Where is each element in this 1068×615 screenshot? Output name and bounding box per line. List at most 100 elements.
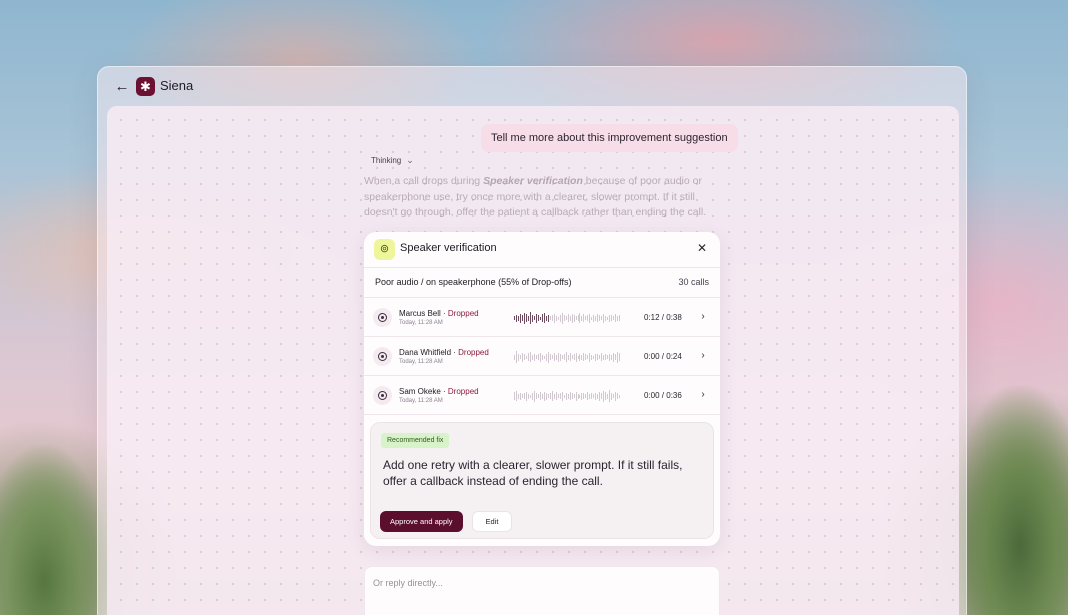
segment-label: Poor audio / on speakerphone (55% of Dro… — [375, 277, 572, 287]
waveform-bar — [529, 312, 531, 324]
waveform-bar — [563, 315, 565, 321]
waveform-bar — [549, 393, 551, 399]
waveform-bar — [521, 394, 523, 398]
waveform-bar — [559, 353, 561, 361]
waveform-bar — [561, 312, 563, 324]
waveform-bar — [543, 355, 545, 359]
waveform-bar — [547, 394, 549, 398]
call-row[interactable]: Marcus Bell · Dropped Today, 11:28 AM 0:… — [364, 298, 720, 337]
waveform-bar — [517, 393, 519, 399]
siena-logo-icon: ✱ — [136, 77, 155, 96]
close-icon[interactable]: ✕ — [695, 241, 709, 255]
play-icon[interactable] — [373, 347, 392, 366]
waveform-bar — [595, 315, 597, 321]
waveform-bar — [571, 393, 573, 399]
waveform-bar — [567, 354, 569, 360]
waveform-bar — [539, 352, 541, 362]
recommended-fix-badge: Recommended fix — [381, 433, 450, 448]
call-status: Dropped — [447, 387, 479, 396]
chevron-right-icon[interactable]: › — [698, 350, 708, 362]
waveform-bar — [565, 352, 567, 362]
waveform-bar — [543, 391, 545, 401]
waveform-bar — [581, 392, 583, 400]
waveform-bar — [517, 353, 519, 361]
app-window: ← ✱ Siena Tell me more about this improv… — [97, 66, 967, 615]
waveform-bar — [613, 316, 615, 320]
edit-button[interactable]: Edit — [472, 511, 512, 532]
call-duration: 0:12 / 0:38 — [644, 313, 682, 322]
waveform-bar — [593, 314, 595, 322]
waveform-bar — [589, 352, 591, 362]
waveform-bar — [617, 351, 619, 363]
waveform-bar — [541, 314, 543, 322]
reply-input[interactable] — [373, 575, 703, 591]
chat-canvas: Tell me more about this improvement sugg… — [107, 106, 959, 615]
waveform-bar — [571, 313, 573, 323]
approve-and-apply-button[interactable]: Approve and apply — [380, 511, 463, 532]
waveform-bar — [575, 352, 577, 362]
caller-name: Sam Okeke · Dropped — [399, 387, 479, 396]
waveform-bar — [611, 392, 613, 400]
waveform-bar — [525, 314, 527, 322]
waveform-bar — [523, 312, 525, 324]
thinking-toggle[interactable]: Thinking ⌄ — [371, 155, 414, 166]
waveform-bar — [615, 314, 617, 322]
waveform-bar — [514, 392, 515, 400]
waveform-bar — [527, 393, 529, 399]
waveform-bar — [533, 390, 535, 402]
call-duration: 0:00 / 0:36 — [644, 391, 682, 400]
waveform-bar — [549, 354, 551, 360]
waveform-bar — [601, 316, 603, 320]
waveform-bar — [514, 316, 515, 320]
waveform-bar — [605, 354, 607, 360]
audio-waveform[interactable] — [514, 388, 621, 404]
waveform-bar — [577, 355, 579, 359]
waveform-bar — [593, 355, 595, 359]
app-name: Siena — [160, 78, 194, 93]
user-message-bubble: Tell me more about this improvement sugg… — [481, 124, 738, 152]
waveform-bar — [557, 394, 559, 398]
waveform-bar — [537, 315, 539, 321]
waveform-bar — [561, 355, 563, 359]
waveform-bar — [583, 314, 585, 322]
waveform-bar — [601, 353, 603, 361]
waveform-bar — [553, 353, 555, 361]
waveform-bar — [607, 316, 609, 320]
chevron-right-icon[interactable]: › — [698, 311, 708, 323]
waveform-bar — [515, 391, 517, 401]
back-arrow-icon[interactable]: ← — [112, 77, 132, 97]
waveform-bar — [589, 313, 591, 323]
waveform-bar — [521, 352, 523, 362]
waveform-bar — [595, 353, 597, 361]
audio-waveform[interactable] — [514, 310, 621, 326]
suggestion-card: ⊚ Speaker verification ✕ Poor audio / on… — [364, 232, 720, 546]
call-duration: 0:00 / 0:24 — [644, 352, 682, 361]
waveform-bar — [581, 315, 583, 321]
waveform-bar — [619, 394, 621, 398]
waveform-bar — [551, 315, 553, 321]
waveform-bar — [517, 315, 519, 321]
call-row[interactable]: Sam Okeke · Dropped Today, 11:28 AM 0:00… — [364, 376, 720, 415]
card-title: Speaker verification — [400, 242, 497, 254]
play-icon[interactable] — [373, 386, 392, 405]
call-row[interactable]: Dana Whitfield · Dropped Today, 11:28 AM… — [364, 337, 720, 376]
recommended-fix-text: Add one retry with a clearer, slower pro… — [383, 458, 683, 488]
waveform-bar — [531, 392, 533, 400]
play-icon[interactable] — [373, 308, 392, 327]
waveform-bar — [559, 393, 561, 399]
waveform-bar — [527, 353, 529, 361]
waveform-bar — [605, 392, 607, 400]
waveform-bar — [527, 315, 529, 321]
waveform-bar — [603, 313, 605, 323]
waveform-bar — [563, 354, 565, 360]
chevron-right-icon[interactable]: › — [698, 389, 708, 401]
background-trees-left — [0, 445, 110, 615]
waveform-bar — [537, 394, 539, 398]
waveform-bar — [611, 315, 613, 321]
waveform-bar — [599, 315, 601, 321]
caller-name-text: Dana Whitfield — [399, 348, 452, 357]
waveform-bar — [523, 354, 525, 360]
fingerprint-icon: ⊚ — [374, 239, 395, 260]
waveform-bar — [563, 394, 565, 398]
audio-waveform[interactable] — [514, 349, 621, 365]
